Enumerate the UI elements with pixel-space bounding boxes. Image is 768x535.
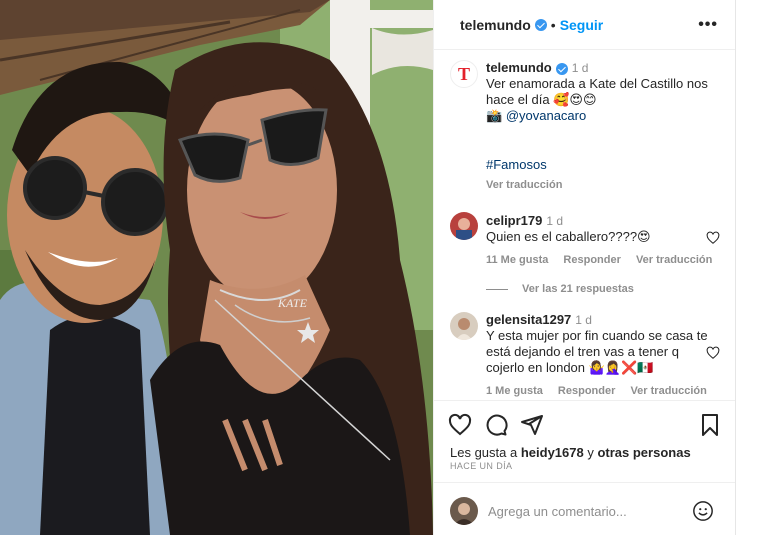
- verified-icon: [534, 18, 547, 31]
- caption-text: Ver enamorada a Kate del Castillo nos ha…: [486, 76, 708, 107]
- avatar[interactable]: [450, 212, 478, 240]
- post-caption: telemundo 1 d Ver enamorada a Kate del Ca…: [486, 60, 726, 124]
- author-avatar[interactable]: T: [450, 60, 478, 88]
- comment-icon[interactable]: [484, 413, 508, 437]
- share-icon[interactable]: [520, 413, 544, 437]
- page-margin: [735, 0, 768, 535]
- replies-line: [486, 288, 508, 290]
- comment-time: 1 d: [546, 214, 564, 228]
- comment-like-heart-icon[interactable]: [706, 231, 720, 245]
- comment-input[interactable]: [488, 501, 678, 521]
- comment-meta: 1 Me gusta Responder Ver traducción: [486, 385, 719, 397]
- bookmark-icon[interactable]: [698, 413, 722, 437]
- view-replies-button[interactable]: Ver las 21 respuestas: [486, 283, 634, 295]
- comment-item: celipr179 1 d Quien es el caballero????😍: [486, 213, 716, 245]
- comment-username[interactable]: gelensita1297: [486, 312, 571, 327]
- caption-mention[interactable]: @yovanacaro: [506, 108, 586, 123]
- comment-text: Quien es el caballero????😍: [486, 229, 651, 244]
- more-icon[interactable]: •••: [698, 16, 718, 34]
- avatar: [450, 497, 478, 525]
- likes-prefix: Les gusta a: [450, 445, 518, 460]
- likes-summary: Les gusta a heidy1678 y otras personas: [450, 445, 691, 460]
- caption-time: 1 d: [571, 61, 589, 75]
- separator: •: [550, 16, 556, 33]
- add-comment-bar: [434, 482, 736, 535]
- comment-item: gelensita1297 1 d Y esta mujer por fin cu…: [486, 312, 716, 376]
- caption-username[interactable]: telemundo: [486, 60, 552, 75]
- verified-icon: [555, 62, 568, 75]
- caption-hashtag[interactable]: #Famosos: [486, 157, 547, 172]
- view-replies-label: Ver las 21 respuestas: [522, 283, 634, 295]
- post-sidebar: telemundo • Seguir ••• T telemundo 1 d Ve…: [433, 0, 736, 535]
- reply-button[interactable]: Responder: [558, 385, 615, 397]
- follow-button[interactable]: Seguir: [560, 17, 604, 33]
- caption-translate-link[interactable]: Ver traducción: [486, 179, 562, 191]
- comment-username[interactable]: celipr179: [486, 213, 542, 228]
- comment-likes[interactable]: 1 Me gusta: [486, 385, 543, 397]
- comment-time: 1 d: [575, 313, 592, 327]
- likes-user[interactable]: heidy1678: [521, 445, 584, 460]
- post-time-ago: HACE UN DÍA: [450, 461, 513, 471]
- comment-like-heart-icon[interactable]: [706, 346, 720, 360]
- selfie-photo: KATE: [0, 0, 433, 535]
- avatar[interactable]: [450, 312, 478, 340]
- translate-link[interactable]: Ver traducción: [636, 254, 712, 266]
- likes-joiner: y: [587, 445, 594, 460]
- comment-meta: 11 Me gusta Responder Ver traducción: [486, 254, 724, 266]
- camera-emoji: 📸: [486, 108, 503, 123]
- comment-text: Y esta mujer por fin cuando se casa te e…: [486, 328, 708, 375]
- translate-link[interactable]: Ver traducción: [630, 385, 706, 397]
- telemundo-logo-icon: T: [457, 63, 470, 84]
- post-header: telemundo • Seguir •••: [434, 0, 736, 50]
- heart-icon[interactable]: [448, 413, 472, 437]
- emoji-icon[interactable]: [692, 500, 714, 522]
- comment-likes[interactable]: 11 Me gusta: [486, 254, 548, 266]
- reply-button[interactable]: Responder: [563, 254, 620, 266]
- svg-text:KATE: KATE: [277, 296, 308, 310]
- author-username[interactable]: telemundo: [460, 17, 531, 33]
- post-photo[interactable]: KATE: [0, 0, 433, 535]
- likes-others[interactable]: otras personas: [597, 445, 690, 460]
